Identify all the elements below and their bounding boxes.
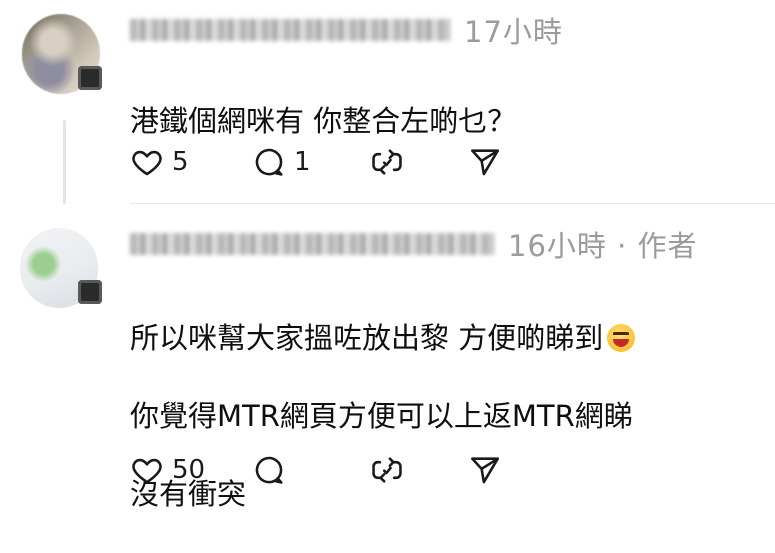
like-button[interactable]: 50	[130, 453, 252, 487]
timestamp: 17小時	[464, 15, 563, 49]
comment-line: 你覺得MTR網頁方便可以上返MTR網睇	[130, 399, 633, 433]
reply-button[interactable]	[252, 453, 370, 487]
comment-icon	[255, 456, 283, 484]
like-count: 50	[172, 455, 206, 485]
username-blurred[interactable]	[130, 19, 450, 41]
comment-meta: 17小時	[130, 10, 563, 50]
repost-button[interactable]	[370, 453, 468, 487]
comment-actions: 50	[130, 450, 508, 490]
comment-text: 所以咪幫大家搵咗放出黎 方便啲睇到 你覺得MTR網頁方便可以上返MTR網睇 沒有…	[130, 280, 636, 553]
repost-button[interactable]	[370, 145, 468, 179]
repost-icon	[372, 457, 402, 483]
grinning-squinting-face-emoji	[607, 324, 636, 352]
comment-text: 港鐵個網咪有 你整合左啲乜？	[130, 64, 516, 140]
avatar-badge	[78, 280, 102, 304]
heart-icon	[132, 458, 162, 484]
reply-button[interactable]: 1	[252, 145, 370, 179]
share-button[interactable]	[468, 453, 508, 487]
comment-line-text: 所以咪幫大家搵咗放出黎 方便啲睇到	[130, 321, 604, 355]
timestamp: 16小時 · 作者	[508, 229, 698, 263]
heart-icon	[132, 150, 162, 176]
like-count: 5	[172, 147, 189, 177]
send-icon	[470, 457, 500, 484]
repost-icon	[372, 149, 402, 175]
share-button[interactable]	[468, 145, 508, 179]
comment-divider	[130, 203, 775, 204]
reply-count: 1	[294, 147, 311, 177]
comment-line: 港鐵個網咪有 你整合左啲乜？	[130, 104, 517, 138]
comment-meta: 16小時 · 作者	[130, 224, 698, 264]
avatar-badge	[78, 66, 102, 90]
thread-line	[63, 120, 66, 204]
send-icon	[470, 149, 500, 176]
comment-actions: 5 1	[130, 142, 508, 182]
comment-icon	[255, 148, 283, 176]
comment-line: 所以咪幫大家搵咗放出黎 方便啲睇到	[130, 319, 636, 358]
like-button[interactable]: 5	[130, 145, 252, 179]
username-blurred[interactable]	[130, 233, 494, 255]
